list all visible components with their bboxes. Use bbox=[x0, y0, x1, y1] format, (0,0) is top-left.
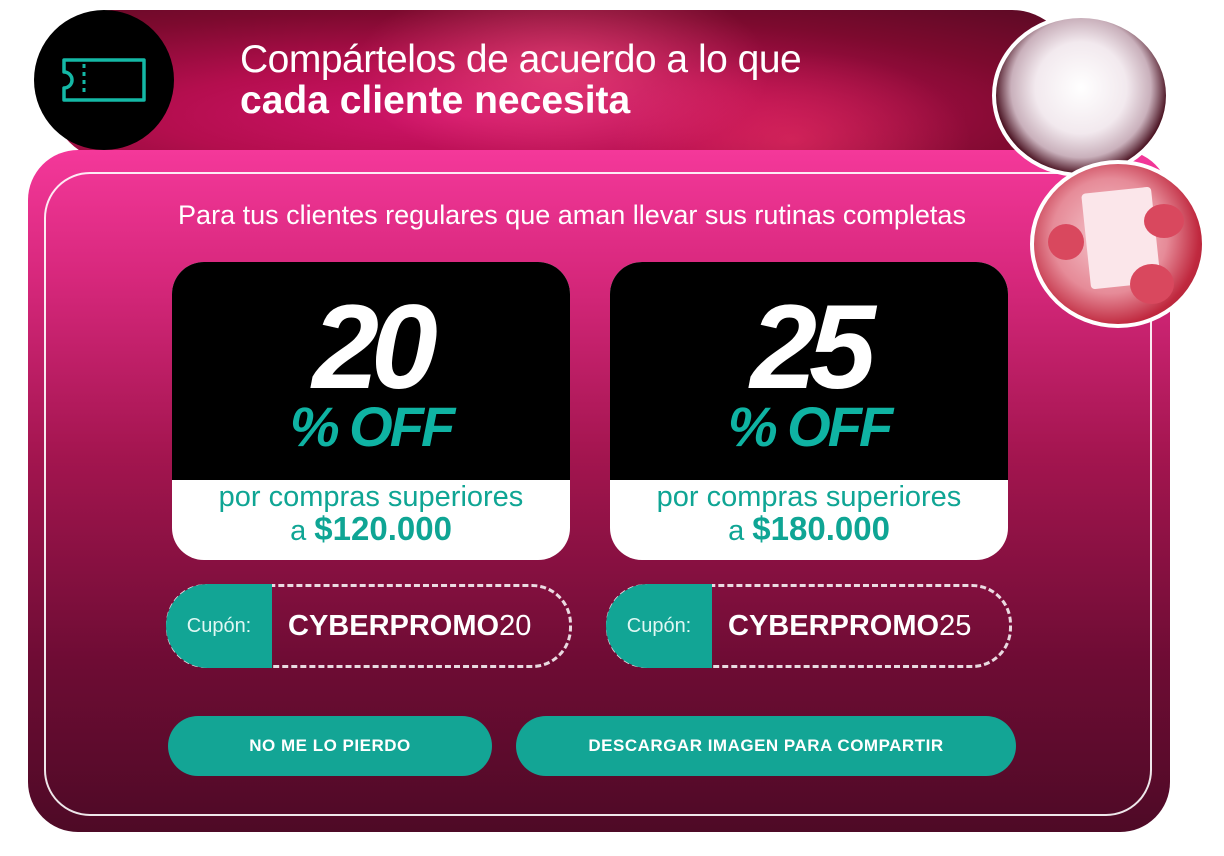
offer-amount: $180.000 bbox=[752, 510, 890, 548]
panel-subtitle: Para tus clientes regulares que aman lle… bbox=[178, 200, 966, 230]
coupon-code-bold: CYBERPROMO bbox=[728, 610, 940, 642]
jar-decoration bbox=[1144, 204, 1184, 238]
coupon-code-20[interactable]: Cupón: CYBERPROMO20 bbox=[166, 584, 572, 668]
header-title-line2: cada cliente necesita bbox=[240, 78, 631, 122]
coupon-label: Cupón: bbox=[606, 584, 712, 668]
offer-card-25: 25 % OFF por compras superiores a $180.0… bbox=[610, 262, 1008, 560]
offer-condition-prefix: a bbox=[290, 515, 307, 548]
jar-decoration bbox=[1130, 264, 1174, 304]
coupon-code-number: 20 bbox=[499, 610, 532, 642]
coupon-code-bold: CYBERPROMO bbox=[288, 610, 500, 642]
header-title-line1: Compártelos de acuerdo a lo que bbox=[240, 38, 802, 81]
cream-jar-image bbox=[992, 14, 1170, 177]
download-image-button[interactable]: DESCARGAR IMAGEN PARA COMPARTIR bbox=[516, 716, 1016, 776]
ticket-badge bbox=[34, 10, 174, 150]
offer-card-20: 20 % OFF por compras superiores a $120.0… bbox=[172, 262, 570, 560]
ticket-icon bbox=[62, 58, 146, 102]
jar-decoration bbox=[1048, 224, 1084, 260]
coupon-label: Cupón: bbox=[166, 584, 272, 668]
offer-condition: por compras superiores a $120.000 bbox=[172, 482, 570, 547]
coupon-code-25[interactable]: Cupón: CYBERPROMO25 bbox=[606, 584, 1012, 668]
offer-condition-line2: a $120.000 bbox=[172, 512, 570, 547]
offer-condition-prefix: a bbox=[728, 515, 745, 548]
offer-condition: por compras superiores a $180.000 bbox=[610, 482, 1008, 547]
coupon-code-number: 25 bbox=[939, 610, 972, 642]
offer-condition-line2: a $180.000 bbox=[610, 512, 1008, 547]
offer-condition-line1: por compras superiores bbox=[656, 481, 962, 513]
no-me-lo-pierdo-button[interactable]: NO ME LO PIERDO bbox=[168, 716, 492, 776]
coupon-code-text: CYBERPROMO20 bbox=[288, 610, 531, 643]
offer-off-label: % OFF bbox=[727, 395, 893, 458]
header-title: Compártelos de acuerdo a lo que cada cli… bbox=[240, 38, 802, 122]
offer-amount: $120.000 bbox=[314, 510, 452, 548]
product-jar-image bbox=[1030, 160, 1206, 328]
offer-condition-line1: por compras superiores bbox=[218, 481, 524, 513]
offer-off-label: % OFF bbox=[289, 395, 455, 458]
coupon-code-text: CYBERPROMO25 bbox=[728, 610, 971, 643]
